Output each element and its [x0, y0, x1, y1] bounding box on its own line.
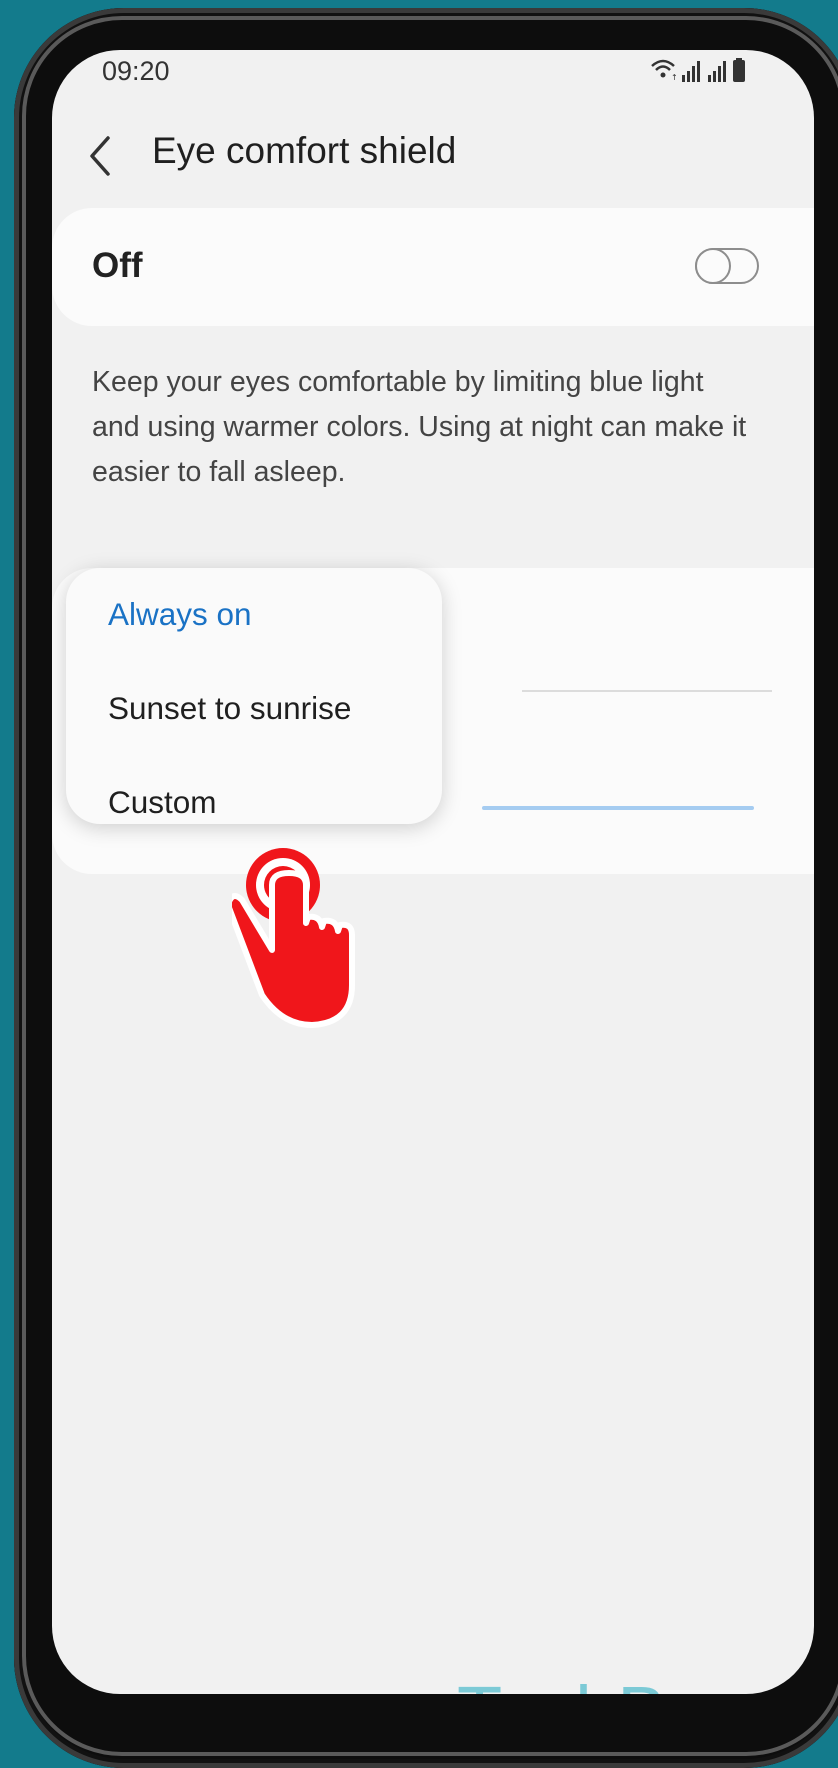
status-icons: ↑	[651, 58, 745, 82]
phone-screen: 09:20 ↑ Eye comfort shield Off Keep your…	[52, 50, 814, 1694]
master-switch-label: Off	[92, 246, 143, 285]
divider	[522, 690, 772, 692]
tap-hand-icon	[232, 848, 355, 1028]
switch-knob	[694, 247, 731, 284]
master-switch-card[interactable]: Off	[52, 208, 814, 326]
wifi-icon: ↑	[651, 59, 678, 82]
schedule-popup-menu: Always on Sunset to sunrise Custom	[66, 568, 442, 824]
menu-item-always-on[interactable]: Always on	[108, 596, 252, 633]
chevron-left-icon[interactable]	[78, 126, 128, 186]
status-bar: 09:20 ↑	[52, 50, 814, 110]
status-time: 09:20	[102, 56, 170, 86]
master-switch-toggle[interactable]	[694, 247, 759, 284]
watermark: TechBone	[457, 1670, 794, 1694]
menu-item-custom[interactable]: Custom	[108, 784, 217, 821]
app-bar: Eye comfort shield	[52, 118, 814, 198]
battery-icon	[733, 58, 745, 82]
menu-item-sunset-to-sunrise[interactable]: Sunset to sunrise	[108, 690, 351, 727]
page-title: Eye comfort shield	[152, 130, 457, 171]
description-text: Keep your eyes comfortable by limiting b…	[92, 366, 747, 488]
color-temperature-slider[interactable]	[482, 806, 754, 810]
signal-icon	[682, 61, 700, 82]
svg-text:↑: ↑	[671, 73, 678, 82]
signal-icon	[708, 61, 726, 82]
